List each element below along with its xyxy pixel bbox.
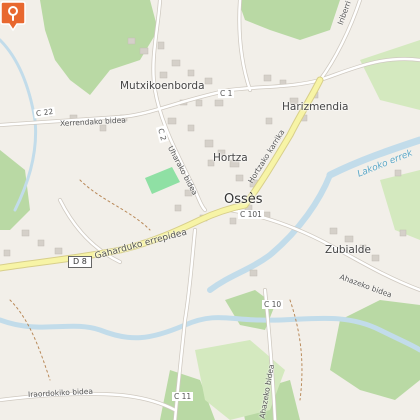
place-label-harizmendia: Harizmendia <box>282 101 349 113</box>
place-label-hortza: Hortza <box>213 152 248 164</box>
road-ref-c10: C 10 <box>262 300 284 309</box>
park-area <box>145 167 180 194</box>
map-pin-icon[interactable] <box>0 0 26 32</box>
forest-area-northeast <box>238 0 340 40</box>
forest-area-east <box>330 300 420 400</box>
map-view[interactable]: Mutxikoenborda Harizmendia Hortza Ossès … <box>0 0 420 420</box>
road-ref-c11: C 11 <box>172 392 194 401</box>
place-label-zubialde: Zubialde <box>325 244 371 256</box>
place-label-mutxikoenborda: Mutxikoenborda <box>120 80 205 92</box>
grass-area-east <box>380 170 420 240</box>
road-ref-c101: C 101 <box>238 210 264 219</box>
map-canvas <box>0 0 420 420</box>
grass-area-northeast <box>360 40 420 110</box>
road-d8 <box>0 202 248 271</box>
road-ref-c1: C 1 <box>218 89 235 98</box>
place-label-osses: Ossès <box>224 192 263 207</box>
road-shield-d8: D 8 <box>68 256 92 268</box>
